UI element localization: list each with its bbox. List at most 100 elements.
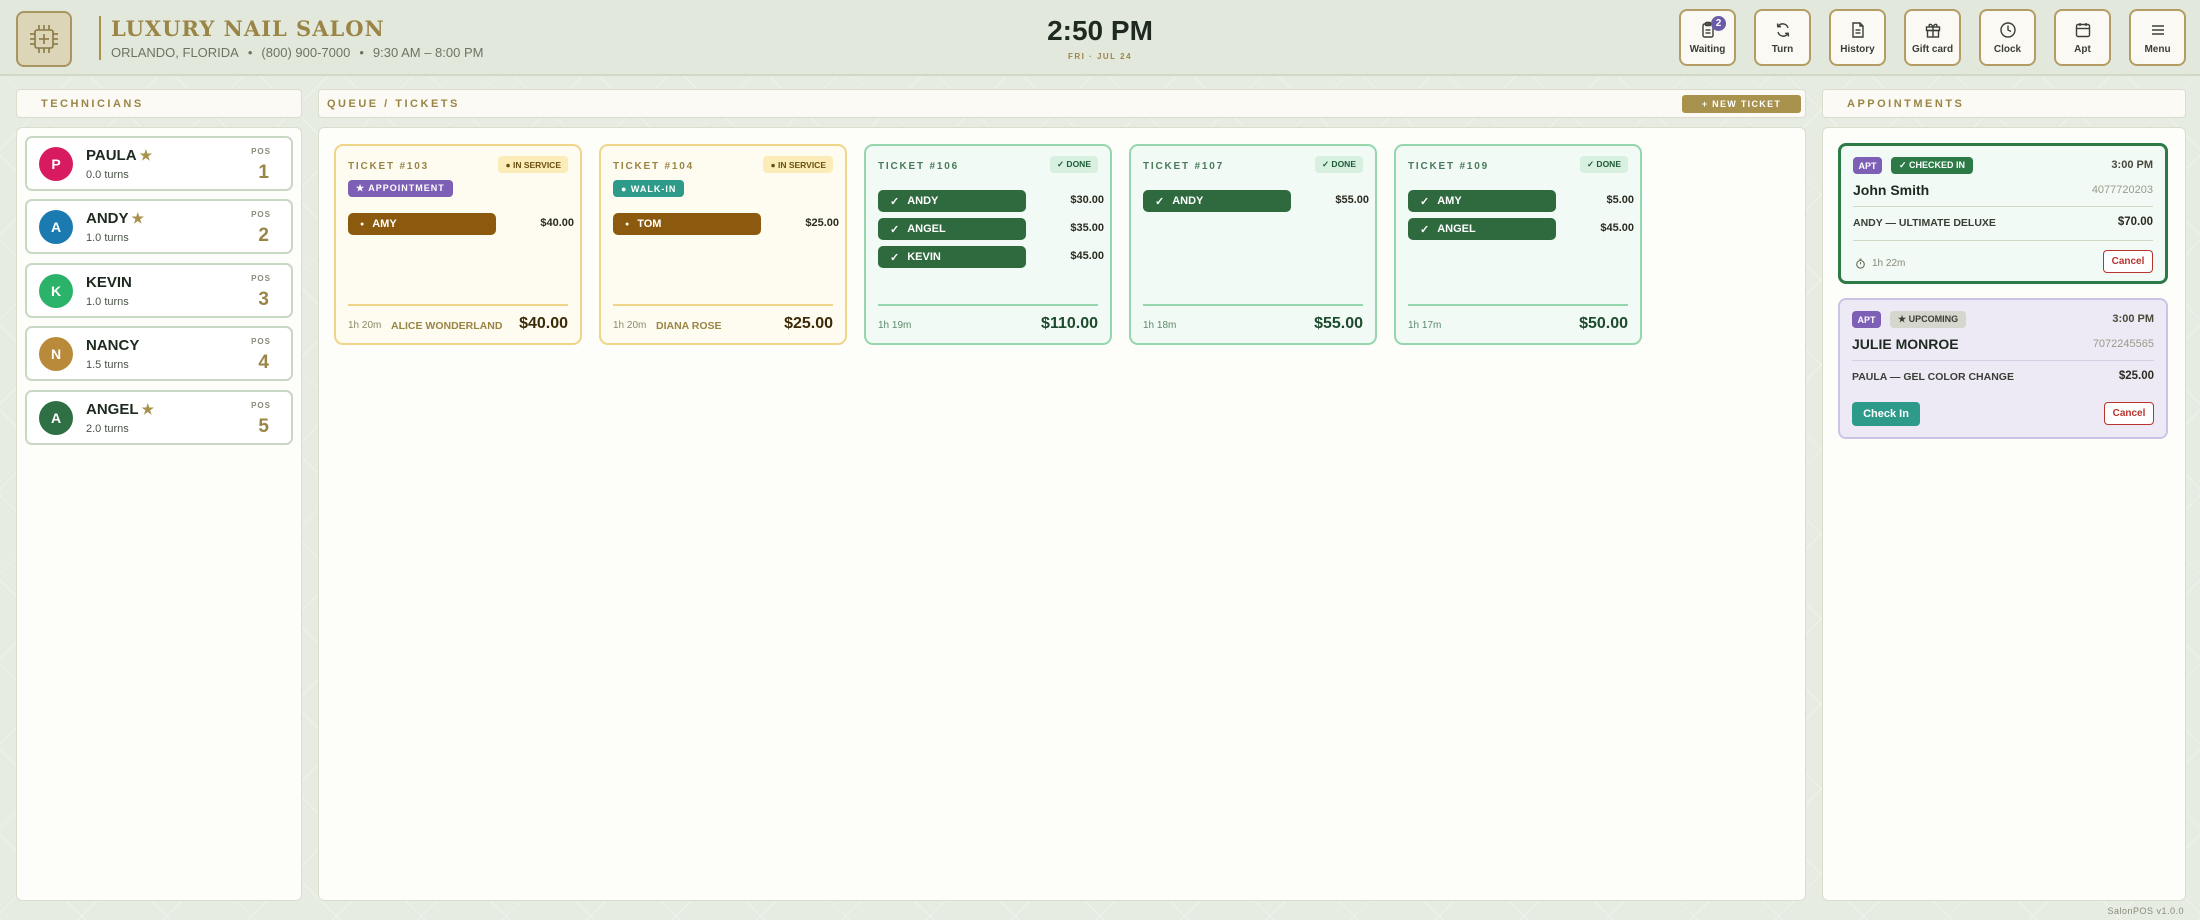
technician-name: KEVIN [907,251,941,263]
technician-name: ANDY [1172,195,1204,207]
ticket-card[interactable]: TICKET #107 ✓ DONE ✓ ANDY $55.00 1h 18m $55.00 [1129,144,1377,345]
status-badge: ✓ CHECKED IN [1891,157,1974,174]
gift-card-button[interactable]: Gift card [1904,9,1961,66]
new-ticket-button[interactable]: + NEW TICKET [1682,95,1801,113]
ticket-card[interactable]: TICKET #104 ● IN SERVICE ● WALK-IN ● TOM $25.… [599,144,847,345]
appointment-card[interactable]: APT ★ UPCOMING 3:00 PM JULIE MONROE 7072… [1838,298,2168,439]
service-row[interactable]: ● TOM $25.00 [613,213,839,235]
apt-tag: APT [1853,157,1882,174]
technician-pill[interactable]: ✓ AMY [1408,190,1556,212]
technician-name: PAULA ★ [86,147,152,164]
technicians-heading: TECHNICIANS [16,89,302,118]
brand-divider [99,16,101,60]
menu-label: Menu [2144,43,2171,55]
ticket-card[interactable]: TICKET #103 ● IN SERVICE ★ APPOINTMENT ● AMY… [334,144,582,345]
cancel-button[interactable]: Cancel [2104,402,2154,425]
refresh-icon [1776,22,1789,37]
status-badge: ✓ DONE [1314,156,1363,173]
technician-pill[interactable]: ✓ ANGEL [878,218,1026,240]
app-version: SalonPOS v1.0.0 [2107,906,2184,916]
technician-turns: 0.0 turns [86,169,129,181]
history-label: History [1840,43,1875,55]
technician-name-text: PAULA [86,147,137,164]
service-row[interactable]: ✓ AMY $5.00 [1408,190,1634,212]
technician-card[interactable]: K KEVIN 1.0 turns POS 3 [25,263,293,318]
star-icon: ★ [141,401,155,417]
technician-pill[interactable]: ● TOM [613,213,761,235]
technician-pill[interactable]: ✓ KEVIN [878,246,1026,268]
ticket-number: TICKET #106 [878,161,959,172]
technician-pill[interactable]: ● AMY [348,213,496,235]
ticket-number: TICKET #107 [1143,161,1224,172]
avatar: N [39,337,73,371]
service-row[interactable]: ✓ KEVIN $45.00 [878,246,1104,268]
service-row[interactable]: ✓ ANGEL $35.00 [878,218,1104,240]
waiting-label: Waiting [1689,43,1726,55]
appointment-time: 3:00 PM [2111,159,2153,171]
technician-pill[interactable]: ✓ ANGEL [1408,218,1556,240]
history-button[interactable]: History [1829,9,1886,66]
divider [1143,304,1363,306]
divider [878,304,1098,306]
ticket-card[interactable]: TICKET #106 ✓ DONE ✓ ANDY $30.00 ✓ ANGEL $35.00… [864,144,1112,345]
position-number: 2 [258,225,269,246]
appointment-card[interactable]: APT ✓ CHECKED IN 3:00 PM John Smith 4077… [1838,143,2168,284]
waiting-button[interactable]: Waiting 2 [1679,9,1736,66]
ticket-duration: 1h 18m [1143,320,1177,331]
queue-heading: QUEUE / TICKETS [318,89,1806,118]
status-badge: ★ UPCOMING [1890,311,1967,328]
dot-icon: ● [360,220,365,228]
salon-phone: (800) 900-7000 [261,45,351,60]
client-name: John Smith [1853,182,1930,198]
technician-name: AMY [372,218,397,230]
appointments-heading: APPOINTMENTS [1822,89,2186,118]
position-number: 3 [258,289,269,310]
status-badge: ✓ DONE [1579,156,1628,173]
calendar-icon [2075,22,2090,37]
position-number: 1 [258,162,269,183]
position-label: POS [251,210,271,219]
cancel-button[interactable]: Cancel [2103,250,2153,273]
service-row[interactable]: ✓ ANDY $30.00 [878,190,1104,212]
appointment-label: Apt [2074,43,2091,55]
clock-button[interactable]: Clock [1979,9,2036,66]
ticket-type-badge: ● WALK-IN [613,180,685,197]
check-icon: ✓ [1155,195,1165,208]
salon-name: LUXURY NAIL SALON [111,16,385,41]
technician-turns: 1.0 turns [86,232,129,244]
service-price: $40.00 [540,217,574,229]
technician-card[interactable]: P PAULA ★ 0.0 turns POS 1 [25,136,293,191]
technician-pill[interactable]: ✓ ANDY [878,190,1026,212]
service-row[interactable]: ✓ ANGEL $45.00 [1408,218,1634,240]
technician-card[interactable]: A ANDY ★ 1.0 turns POS 2 [25,199,293,254]
salon-city: ORLANDO, FLORIDA [111,45,239,60]
check-in-button[interactable]: Check In [1852,402,1920,426]
ticket-total: $25.00 [784,315,833,332]
check-icon: ✓ [890,223,900,236]
technician-name: ANDY [907,195,939,207]
menu-button[interactable]: Menu [2129,9,2186,66]
technician-card[interactable]: N NANCY 1.5 turns POS 4 [25,326,293,381]
technician-name: ANDY ★ [86,210,144,227]
check-icon: ✓ [1420,223,1430,236]
stopwatch-icon [1856,258,1865,269]
appointment-button[interactable]: Apt [2054,9,2111,66]
appointment-time: 3:00 PM [2112,313,2154,325]
check-icon: ✓ [890,251,900,264]
client-name: ALICE WONDERLAND [391,320,503,332]
service-row[interactable]: ● AMY $40.00 [348,213,574,235]
top-header: LUXURY NAIL SALON ORLANDO, FLORIDA • (800)… [0,0,2200,76]
divider [348,304,568,306]
clock-icon [1999,21,2016,38]
turn-button[interactable]: Turn [1754,9,1811,66]
technician-card[interactable]: A ANGEL ★ 2.0 turns POS 5 [25,390,293,445]
current-time: 2:50 PM [1047,15,1153,46]
ticket-card[interactable]: TICKET #109 ✓ DONE ✓ AMY $5.00 ✓ ANGEL $45.00 1h… [1394,144,1642,345]
technician-pill[interactable]: ✓ ANDY [1143,190,1291,212]
service-price: $25.00 [805,217,839,229]
service-row[interactable]: ✓ ANDY $55.00 [1143,190,1369,212]
salon-hours: 9:30 AM – 8:00 PM [372,45,484,60]
ticket-total: $40.00 [519,315,568,332]
ticket-number: TICKET #109 [1408,161,1489,172]
appointment-service: ANDY — ULTIMATE DELUXE [1853,217,1996,229]
